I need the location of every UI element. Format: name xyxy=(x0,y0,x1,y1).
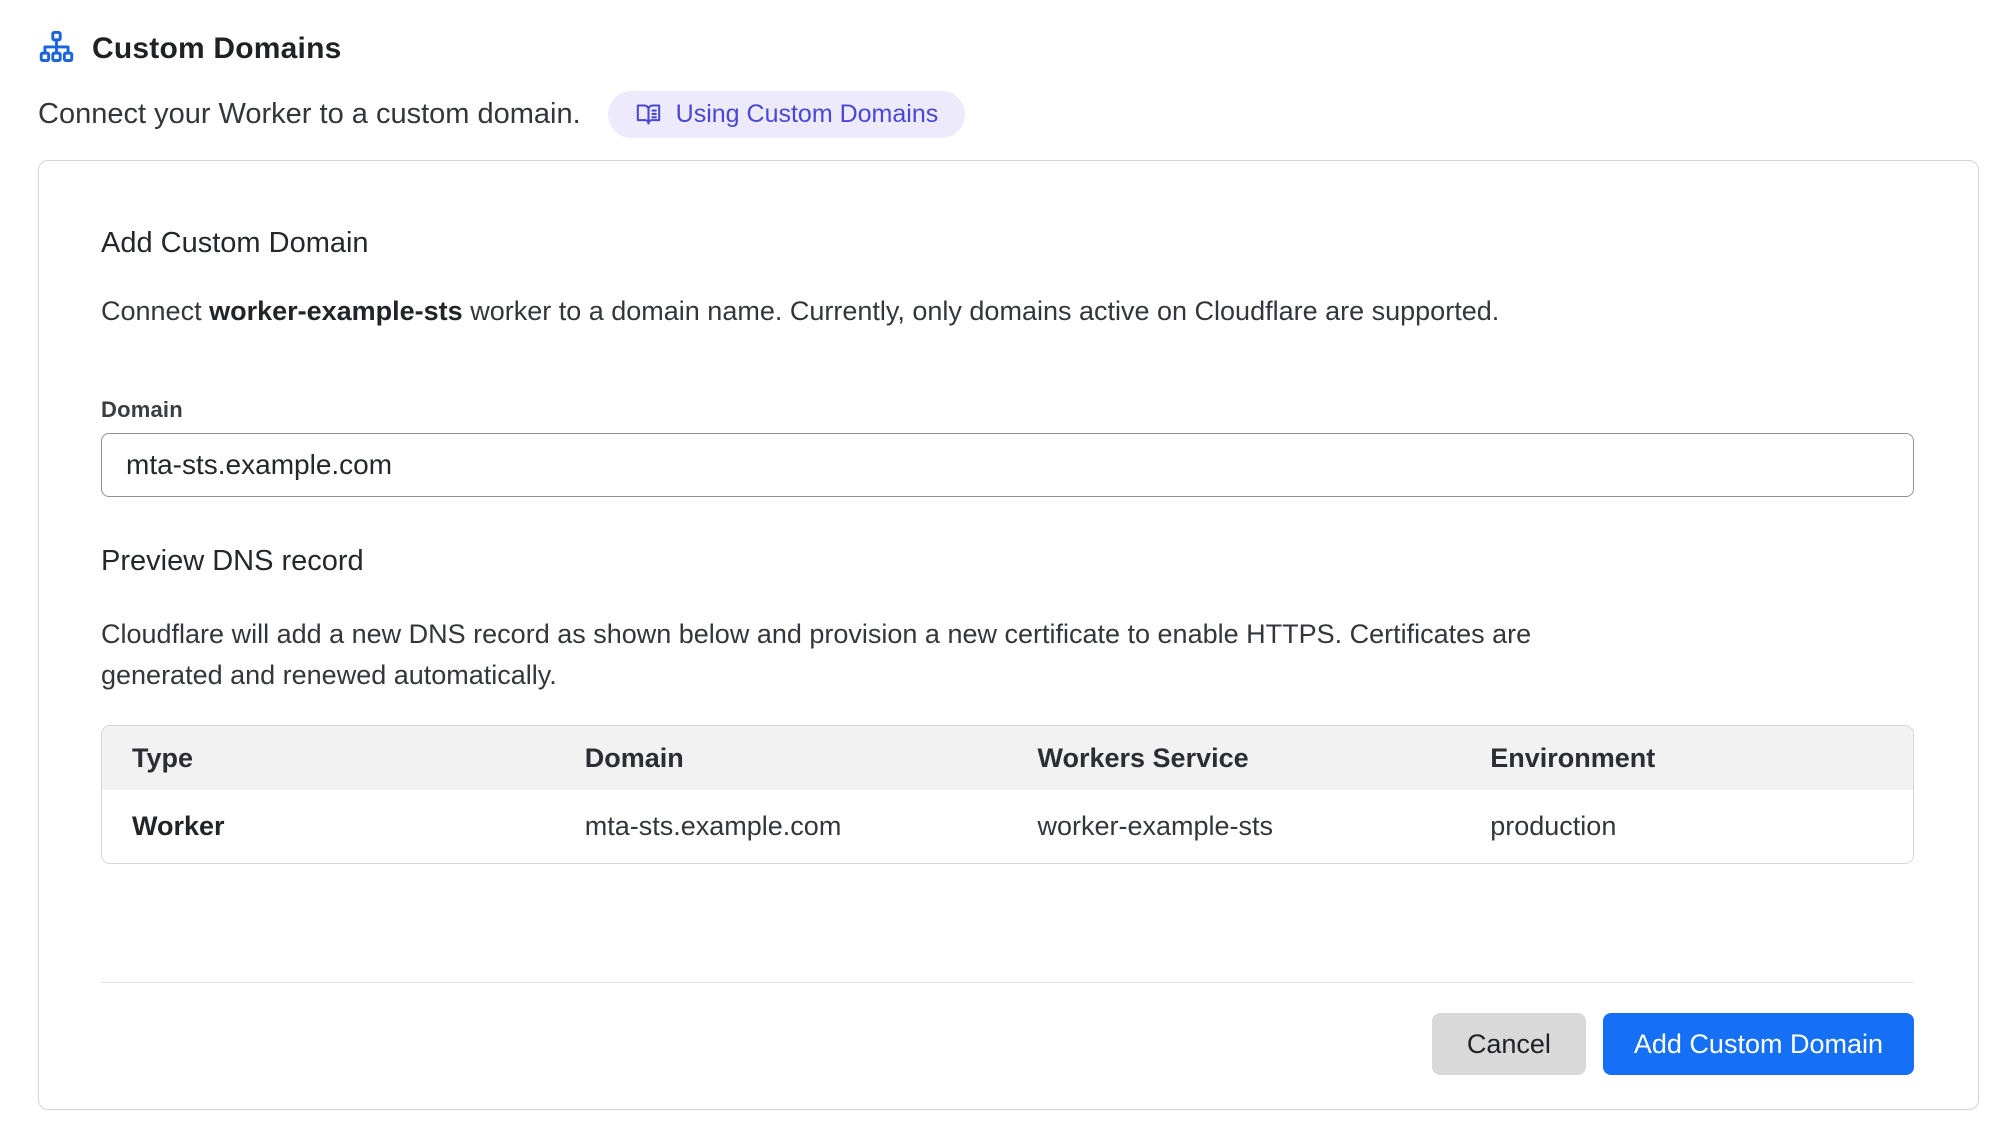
cell-workers-service: worker-example-sts xyxy=(1008,790,1461,863)
page-title: Custom Domains xyxy=(92,32,342,66)
using-custom-domains-link[interactable]: Using Custom Domains xyxy=(608,91,966,138)
preview-dns-description: Cloudflare will add a new DNS record as … xyxy=(101,614,1631,695)
worker-name: worker-example-sts xyxy=(209,296,463,326)
custom-domains-page: Custom Domains Connect your Worker to a … xyxy=(0,0,1999,1110)
domain-field-label: Domain xyxy=(101,397,1914,423)
table-header-row: Type Domain Workers Service Environment xyxy=(102,726,1913,790)
cell-type: Worker xyxy=(102,790,555,863)
column-header-workers-service: Workers Service xyxy=(1008,726,1461,790)
card-footer: Cancel Add Custom Domain xyxy=(101,1013,1914,1075)
add-custom-domain-button[interactable]: Add Custom Domain xyxy=(1603,1013,1914,1075)
domain-input[interactable] xyxy=(101,433,1914,497)
cell-environment: production xyxy=(1460,790,1913,863)
sitemap-icon xyxy=(38,30,75,67)
page-header: Custom Domains xyxy=(38,30,1979,67)
page-subtitle: Connect your Worker to a custom domain. xyxy=(38,98,581,131)
card-description: Connect worker-example-sts worker to a d… xyxy=(101,296,1914,327)
open-book-icon xyxy=(635,101,662,128)
cancel-button[interactable]: Cancel xyxy=(1432,1013,1586,1075)
dns-record-table: Type Domain Workers Service Environment … xyxy=(101,725,1914,864)
page-subtitle-row: Connect your Worker to a custom domain. … xyxy=(38,91,1979,138)
column-header-type: Type xyxy=(102,726,555,790)
column-header-domain: Domain xyxy=(555,726,1008,790)
card-title: Add Custom Domain xyxy=(101,227,1914,260)
description-prefix: Connect xyxy=(101,296,209,326)
docs-badge-label: Using Custom Domains xyxy=(676,100,939,129)
description-suffix: worker to a domain name. Currently, only… xyxy=(463,296,1500,326)
add-custom-domain-card: Add Custom Domain Connect worker-example… xyxy=(38,160,1979,1110)
table-row: Worker mta-sts.example.com worker-exampl… xyxy=(102,790,1913,863)
preview-dns-title: Preview DNS record xyxy=(101,545,1914,578)
column-header-environment: Environment xyxy=(1460,726,1913,790)
cell-domain: mta-sts.example.com xyxy=(555,790,1008,863)
footer-divider xyxy=(101,982,1914,983)
